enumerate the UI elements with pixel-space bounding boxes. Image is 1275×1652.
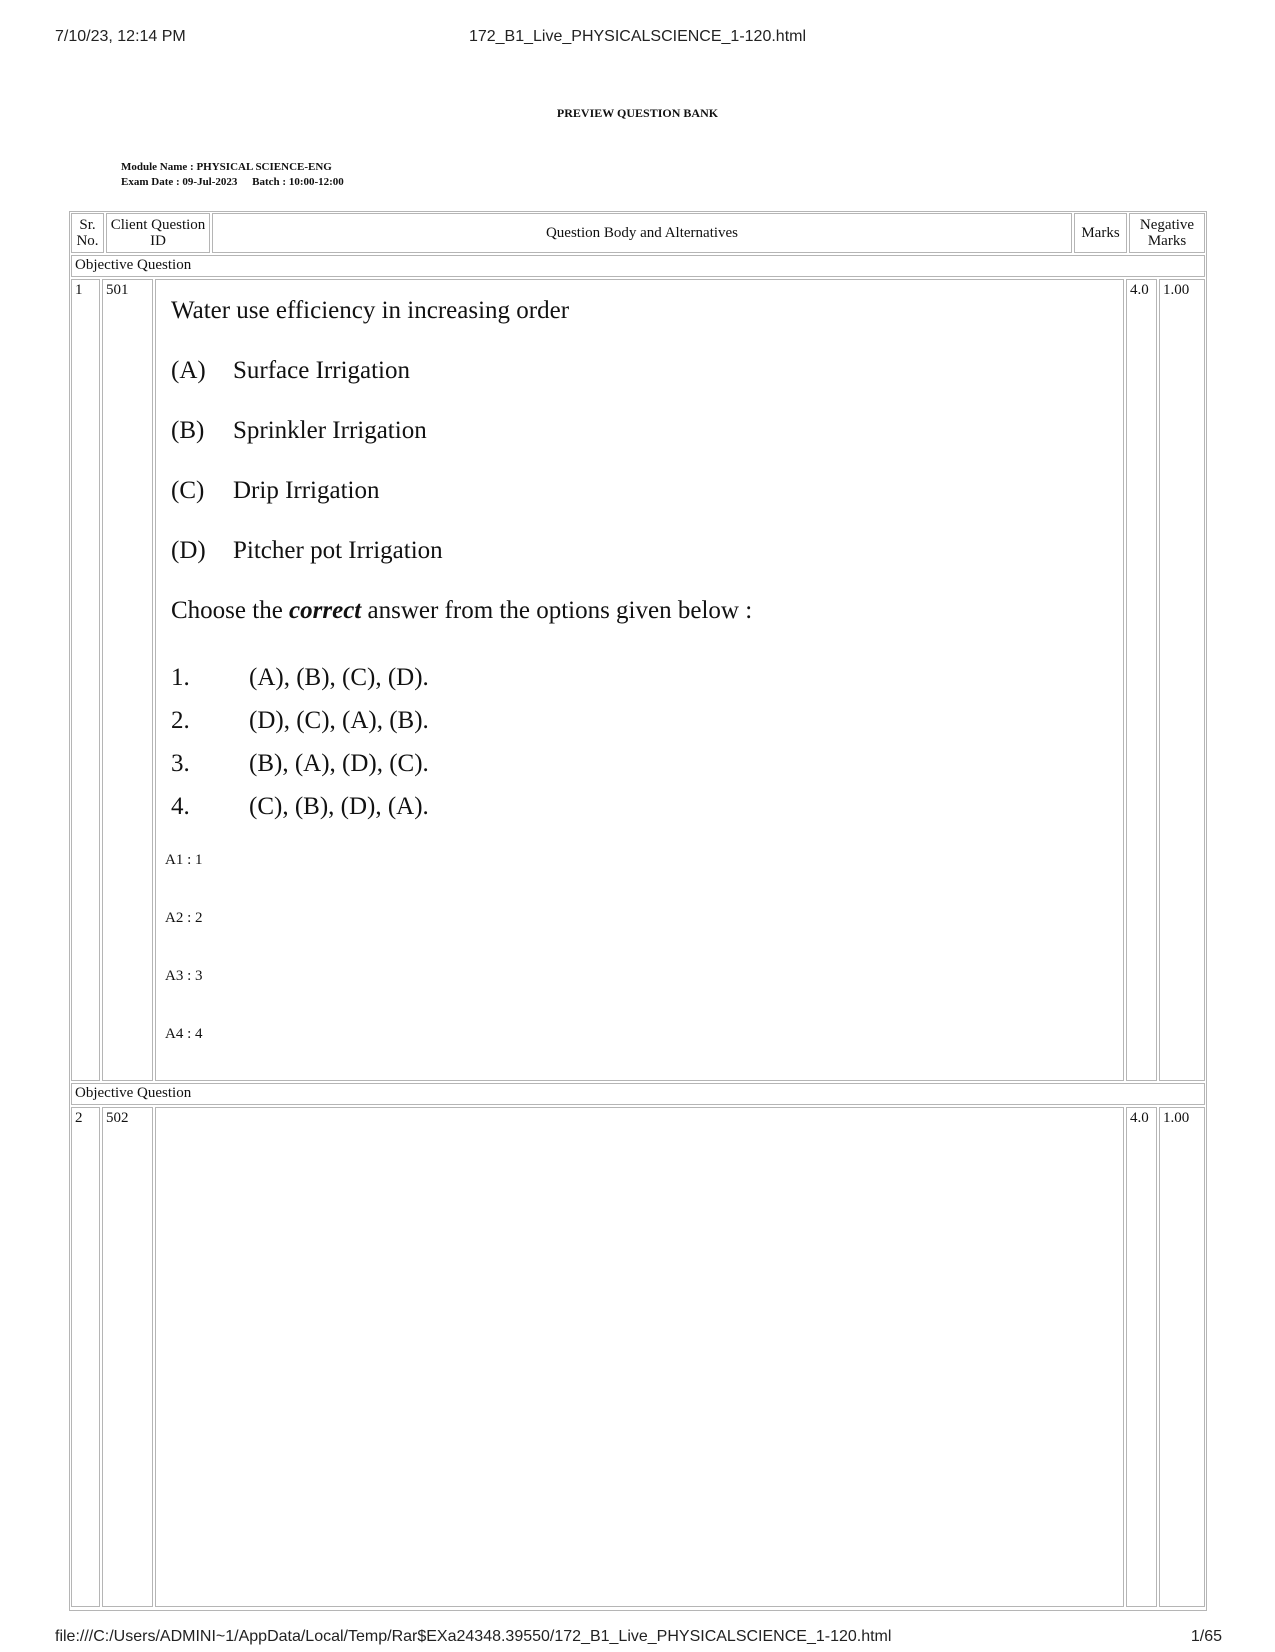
header-sr-no: Sr. No.: [71, 213, 104, 253]
document-title: PREVIEW QUESTION BANK: [556, 106, 719, 120]
question-negative-marks: 1.00: [1159, 1107, 1205, 1607]
instruction: Choose the correct answer from the optio…: [171, 597, 753, 624]
answer-key-3: A3 : 3: [165, 968, 203, 984]
exam-date: Exam Date : 09-Jul-2023: [121, 176, 238, 188]
question-client-id: 502: [102, 1107, 153, 1607]
option-a: (A) Surface Irrigation: [171, 357, 411, 384]
question-negative-marks: 1.00: [1159, 279, 1205, 1081]
section-label: Objective Question: [71, 1083, 1205, 1105]
module-name: Module Name : PHYSICAL SCIENCE-ENG: [121, 161, 332, 173]
question-stem: Water use efficiency in increasing order: [171, 297, 570, 324]
question-body: Water use efficiency in increasing order…: [155, 279, 1124, 1081]
question-marks: 4.0: [1126, 279, 1157, 1081]
answer-key-4: A4 : 4: [165, 1026, 203, 1042]
option-b: (B) Sprinkler Irrigation: [171, 417, 427, 444]
exam-meta: Module Name : PHYSICAL SCIENCE-ENG Exam …: [121, 160, 344, 190]
answer-key-1: A1 : 1: [165, 852, 203, 868]
choice-1: 1. (A), (B), (C), (D).: [171, 664, 429, 691]
option-d: (D) Pitcher pot Irrigation: [171, 537, 443, 564]
batch: Batch : 10:00-12:00: [252, 176, 344, 188]
choice-4: 4. (C), (B), (D), (A).: [171, 793, 429, 820]
page-number: 1/65: [1190, 1628, 1222, 1645]
header-client-question-id: Client Question ID: [106, 213, 210, 253]
question-sr-no: 2: [71, 1107, 100, 1607]
question-row: 1 501 Water use efficiency in increasing…: [71, 279, 1205, 1081]
section-label: Objective Question: [71, 255, 1205, 277]
header-question-body: Question Body and Alternatives: [212, 213, 1072, 253]
question-client-id: 501: [102, 279, 153, 1081]
question-body: [155, 1107, 1124, 1607]
question-row: 2 502 4.0 1.00: [71, 1107, 1205, 1607]
header-negative-marks: Negative Marks: [1129, 213, 1205, 253]
choice-2: 2. (D), (C), (A), (B).: [171, 707, 429, 734]
choice-3: 3. (B), (A), (D), (C).: [171, 750, 429, 777]
print-footer: file:///C:/Users/ADMINI~1/AppData/Local/…: [0, 1628, 1275, 1652]
question-bank-table: Sr. No. Client Question ID Question Body…: [69, 211, 1207, 1611]
table-header-row: Sr. No. Client Question ID Question Body…: [71, 213, 1205, 253]
print-header: 7/10/23, 12:14 PM 172_B1_Live_PHYSICALSC…: [0, 28, 1275, 52]
answer-key-2: A2 : 2: [165, 910, 203, 926]
print-url: file:///C:/Users/ADMINI~1/AppData/Local/…: [55, 1628, 892, 1645]
question-sr-no: 1: [71, 279, 100, 1081]
option-c: (C) Drip Irrigation: [171, 477, 380, 504]
header-marks: Marks: [1074, 213, 1127, 253]
question-marks: 4.0: [1126, 1107, 1157, 1607]
print-page-title: 172_B1_Live_PHYSICALSCIENCE_1-120.html: [468, 28, 807, 45]
